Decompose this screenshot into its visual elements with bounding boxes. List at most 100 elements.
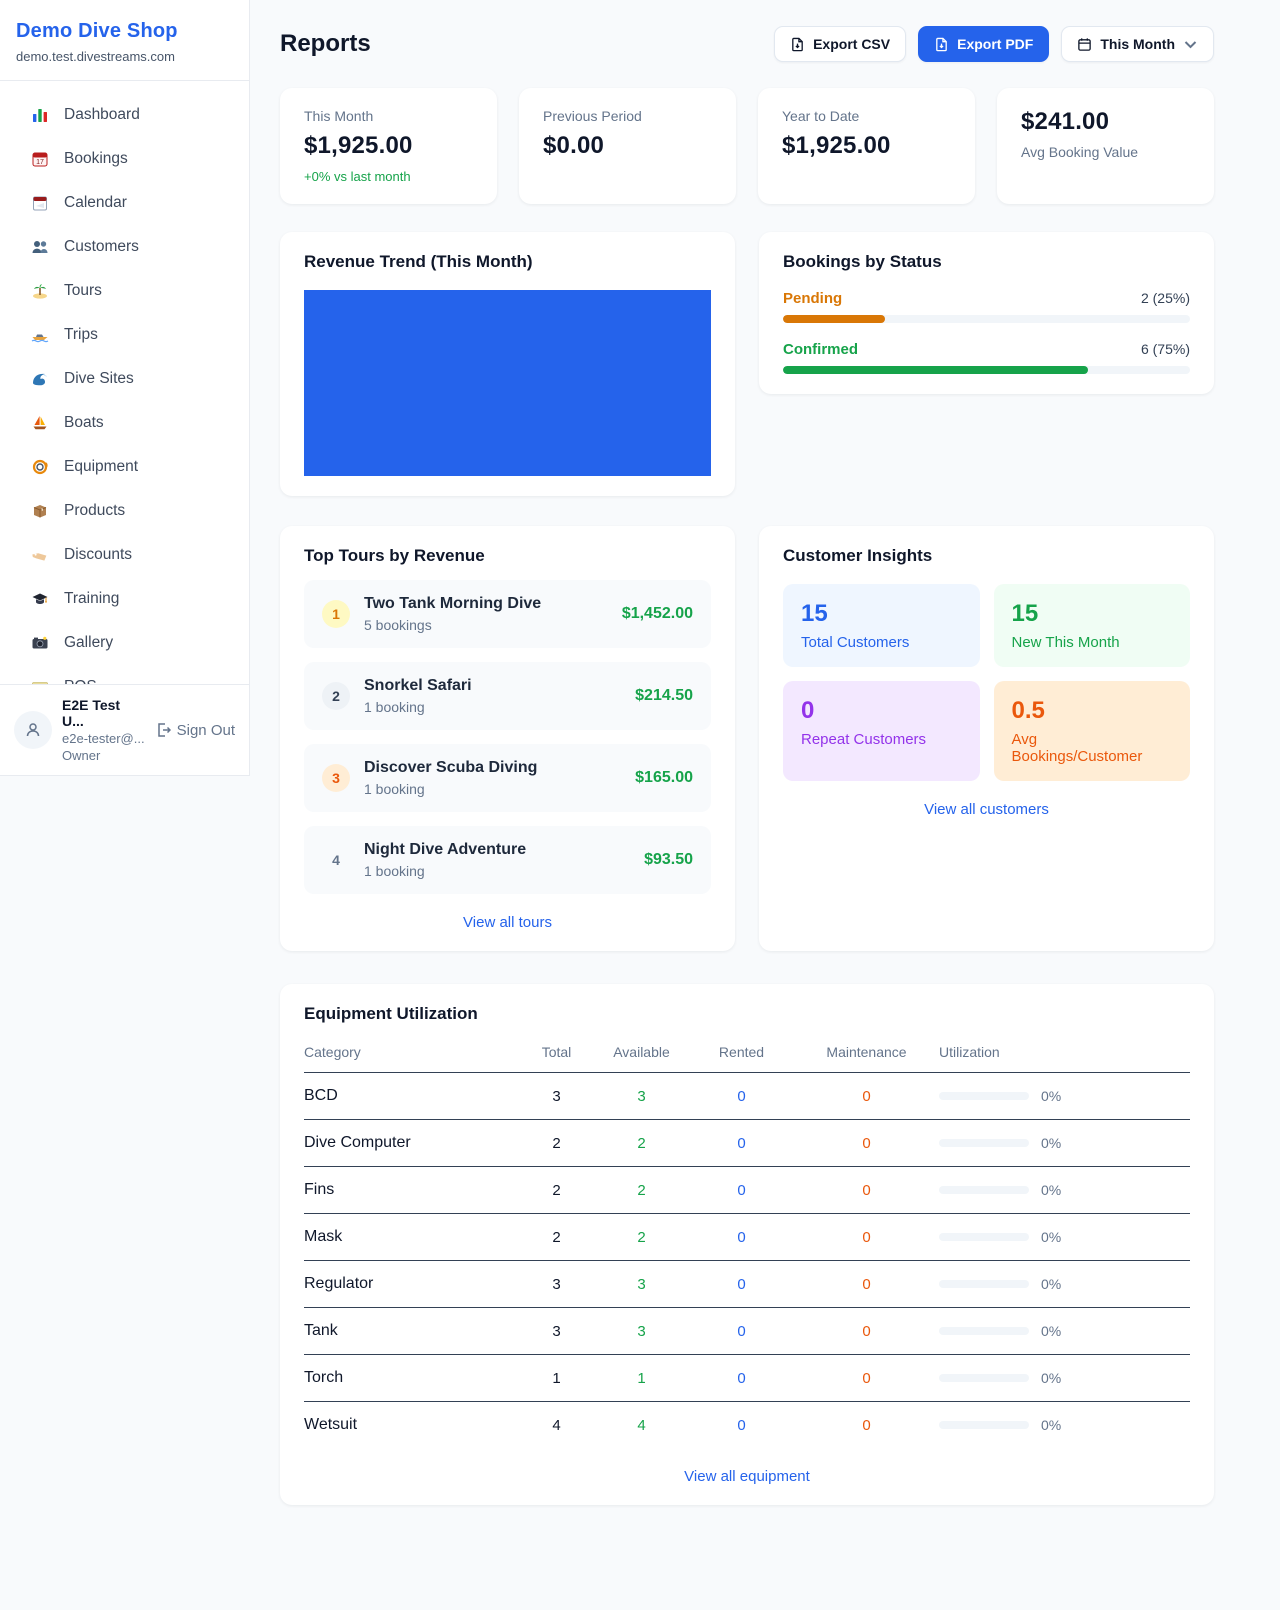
sidebar-item-equipment[interactable]: Equipment (10, 447, 239, 487)
cell-rented: 0 (689, 1182, 794, 1199)
sidebar-item-training[interactable]: Training (10, 579, 239, 619)
cell-rented: 0 (689, 1417, 794, 1434)
tag-icon (30, 545, 50, 565)
sidebar-item-label: Customers (64, 238, 139, 256)
revenue-trend-chart (304, 290, 711, 476)
insight-label: Repeat Customers (801, 731, 962, 748)
cell-total: 3 (519, 1088, 594, 1105)
cell-maintenance: 0 (794, 1088, 939, 1105)
stat-value: $1,925.00 (782, 132, 951, 160)
view-all-equipment-link[interactable]: View all equipment (304, 1468, 1190, 1485)
view-all-tours-link[interactable]: View all tours (304, 914, 711, 931)
equipment-row: Equipment Utilization Category Total Ava… (280, 984, 1214, 1505)
view-all-customers-link[interactable]: View all customers (783, 801, 1190, 818)
export-pdf-button[interactable]: Export PDF (918, 26, 1049, 62)
insight-value: 15 (1012, 600, 1173, 628)
sidebar-item-label: Gallery (64, 634, 113, 652)
calendar-date-icon: 17 (30, 149, 50, 169)
sidebar-item-label: Bookings (64, 150, 128, 168)
sidebar-item-dashboard[interactable]: Dashboard (10, 95, 239, 135)
utilization-bar (939, 1092, 1029, 1100)
column-header-maintenance: Maintenance (794, 1044, 939, 1060)
insight-tile-repeat-customers: 0 Repeat Customers (783, 681, 980, 781)
sidebar-item-tours[interactable]: Tours (10, 271, 239, 311)
table-row: Dive Computer 2 2 0 0 0% (304, 1120, 1190, 1167)
insight-label: Avg Bookings/Customer (1012, 731, 1173, 765)
sidebar-item-customers[interactable]: Customers (10, 227, 239, 267)
stat-card-this-month: This Month $1,925.00 +0% vs last month (280, 88, 497, 204)
progress-fill (783, 366, 1088, 374)
sailboat-icon (30, 413, 50, 433)
island-icon (30, 281, 50, 301)
tour-name: Night Dive Adventure (364, 841, 630, 859)
export-csv-button[interactable]: Export CSV (774, 26, 906, 62)
sidebar-item-boats[interactable]: Boats (10, 403, 239, 443)
cell-total: 3 (519, 1323, 594, 1340)
sidebar-item-dive-sites[interactable]: Dive Sites (10, 359, 239, 399)
equipment-title: Equipment Utilization (304, 1004, 1190, 1024)
sidebar-item-trips[interactable]: Trips (10, 315, 239, 355)
cell-available: 2 (594, 1135, 689, 1152)
status-label: Confirmed (783, 341, 858, 358)
utilization-label: 0% (1041, 1182, 1061, 1198)
cell-rented: 0 (689, 1323, 794, 1340)
tour-name: Two Tank Morning Dive (364, 595, 608, 613)
column-header-available: Available (594, 1044, 689, 1060)
user-name: E2E Test U... (62, 697, 145, 729)
insight-tile-total-customers: 15 Total Customers (783, 584, 980, 667)
cell-maintenance: 0 (794, 1370, 939, 1387)
customer-insights-title: Customer Insights (783, 546, 1190, 566)
sidebar-item-label: Training (64, 590, 119, 608)
insight-tile-new-this-month: 15 New This Month (994, 584, 1191, 667)
utilization-label: 0% (1041, 1135, 1061, 1151)
user-meta: E2E Test U... e2e-tester@... Owner (62, 697, 145, 763)
sidebar-item-gallery[interactable]: Gallery (10, 623, 239, 663)
stat-card-previous-period: Previous Period $0.00 (519, 88, 736, 204)
tour-name: Discover Scuba Diving (364, 759, 621, 777)
sidebar-item-products[interactable]: Products (10, 491, 239, 531)
cell-available: 3 (594, 1276, 689, 1293)
rank-badge: 4 (322, 846, 350, 874)
bar-chart-icon (30, 105, 50, 125)
shop-name: Demo Dive Shop (16, 20, 233, 43)
sidebar-item-calendar[interactable]: Calendar (10, 183, 239, 223)
utilization-bar (939, 1421, 1029, 1429)
sidebar-nav: Dashboard 17 Bookings Calendar Customers (0, 81, 249, 684)
period-select[interactable]: This Month (1061, 26, 1214, 62)
cell-total: 3 (519, 1276, 594, 1293)
utilization-label: 0% (1041, 1417, 1061, 1433)
sidebar-item-bookings[interactable]: 17 Bookings (10, 139, 239, 179)
app-layout: Demo Dive Shop demo.test.divestreams.com… (0, 0, 1280, 1538)
main-content: Reports Export CSV Export PDF (250, 0, 1280, 1538)
sidebar-item-label: Dive Sites (64, 370, 134, 388)
export-pdf-label: Export PDF (957, 36, 1033, 52)
insight-grid: 15 Total Customers 15 New This Month 0 R… (783, 584, 1190, 781)
cell-rented: 0 (689, 1229, 794, 1246)
cell-maintenance: 0 (794, 1276, 939, 1293)
bookings-by-status-card: Bookings by Status Pending 2 (25%) Confi… (759, 232, 1214, 394)
stat-label: Previous Period (543, 108, 712, 124)
utilization-label: 0% (1041, 1229, 1061, 1245)
insights-row: Top Tours by Revenue 1 Two Tank Morning … (280, 526, 1214, 951)
sidebar-item-pos[interactable]: POS (10, 667, 239, 684)
status-row-confirmed: Confirmed 6 (75%) (783, 341, 1190, 374)
equipment-utilization-card: Equipment Utilization Category Total Ava… (280, 984, 1214, 1505)
cell-utilization: 0% (939, 1370, 1190, 1386)
customer-insights-card: Customer Insights 15 Total Customers 15 … (759, 526, 1214, 951)
credit-card-icon (30, 677, 50, 684)
bookings-status-title: Bookings by Status (783, 252, 1190, 272)
cell-utilization: 0% (939, 1135, 1190, 1151)
cell-total: 2 (519, 1229, 594, 1246)
cell-available: 3 (594, 1088, 689, 1105)
file-download-icon (790, 37, 805, 52)
rank-badge: 3 (322, 764, 350, 792)
cell-maintenance: 0 (794, 1417, 939, 1434)
cell-category: Fins (304, 1181, 519, 1199)
sidebar-item-label: Equipment (64, 458, 138, 476)
utilization-label: 0% (1041, 1276, 1061, 1292)
sidebar-item-discounts[interactable]: Discounts (10, 535, 239, 575)
table-row: Tank 3 3 0 0 0% (304, 1308, 1190, 1355)
cell-rented: 0 (689, 1276, 794, 1293)
sign-out-button[interactable]: Sign Out (155, 722, 235, 739)
sign-out-label: Sign Out (177, 722, 235, 739)
